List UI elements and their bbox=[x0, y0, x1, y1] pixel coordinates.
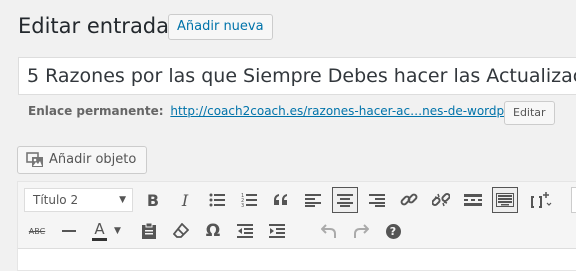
clipboard-icon bbox=[142, 223, 156, 239]
redo-icon bbox=[354, 224, 369, 238]
read-more-icon bbox=[464, 194, 482, 206]
text-color-icon: A bbox=[92, 221, 107, 241]
content-editor[interactable]: Título 2 ▼ B I 1 2 3 ABC A ▼ Ω ? bbox=[17, 181, 576, 271]
page-title: Editar entrada bbox=[18, 14, 170, 38]
insert-shortcode-button[interactable] bbox=[524, 187, 558, 213]
remove-link-button[interactable] bbox=[428, 187, 454, 213]
add-media-button[interactable]: Añadir objeto bbox=[17, 146, 148, 174]
align-left-button[interactable] bbox=[300, 187, 326, 213]
clear-formatting-button[interactable] bbox=[168, 218, 194, 244]
toolbar-toggle-button[interactable] bbox=[492, 187, 518, 213]
align-left-icon bbox=[305, 193, 321, 207]
indent-button[interactable] bbox=[264, 218, 290, 244]
numbered-list-icon: 1 2 3 bbox=[241, 193, 257, 207]
add-media-label: Añadir objeto bbox=[49, 152, 137, 167]
bold-icon: B bbox=[146, 190, 160, 210]
format-select[interactable]: Título 2 ▼ bbox=[24, 188, 133, 212]
italic-button[interactable]: I bbox=[172, 187, 198, 213]
undo-button[interactable] bbox=[316, 218, 342, 244]
unlink-icon bbox=[432, 192, 450, 207]
link-icon bbox=[400, 193, 418, 206]
svg-text:3: 3 bbox=[241, 203, 244, 207]
outdent-icon bbox=[237, 224, 253, 238]
blockquote-icon bbox=[274, 194, 287, 205]
format-select-value: Título 2 bbox=[33, 193, 79, 207]
italic-icon: I bbox=[181, 190, 189, 210]
bold-button[interactable]: B bbox=[140, 187, 166, 213]
add-new-button[interactable]: Añadir nueva bbox=[168, 14, 273, 40]
indent-icon bbox=[269, 224, 285, 238]
chevron-down-icon: ▼ bbox=[114, 226, 121, 236]
permalink-url-link[interactable]: http://coach2coach.es/razones-hacer-ac…n… bbox=[170, 104, 532, 118]
read-more-button[interactable] bbox=[460, 187, 486, 213]
permalink-edit-button[interactable]: Editar bbox=[504, 101, 555, 125]
help-button[interactable]: ? bbox=[380, 218, 406, 244]
help-icon: ? bbox=[385, 223, 401, 239]
permalink-label: Enlace permanente: bbox=[28, 104, 164, 118]
horizontal-line-icon bbox=[62, 230, 76, 232]
add-media-icon bbox=[26, 152, 44, 168]
omega-icon: Ω bbox=[205, 221, 221, 241]
align-right-button[interactable] bbox=[364, 187, 390, 213]
eraser-icon bbox=[173, 223, 189, 238]
keyboard-icon bbox=[496, 193, 514, 207]
paste-as-text-button[interactable] bbox=[136, 218, 162, 244]
align-right-icon bbox=[369, 193, 385, 207]
outdent-button[interactable] bbox=[232, 218, 258, 244]
align-center-icon bbox=[337, 193, 353, 207]
shortcode-plus-icon bbox=[531, 192, 552, 208]
overflow-toolbar-item[interactable] bbox=[571, 187, 576, 213]
numbered-list-button[interactable]: 1 2 3 bbox=[236, 187, 262, 213]
permalink-row: Enlace permanente: http://coach2coach.es… bbox=[28, 104, 533, 118]
bulleted-list-button[interactable] bbox=[204, 187, 230, 213]
editor-toolbar: Título 2 ▼ B I 1 2 3 ABC A ▼ Ω ? bbox=[18, 182, 576, 249]
redo-button[interactable] bbox=[348, 218, 374, 244]
strikethrough-button[interactable]: ABC bbox=[24, 218, 50, 244]
align-center-button[interactable] bbox=[332, 187, 358, 213]
undo-icon bbox=[321, 224, 336, 238]
insert-link-button[interactable] bbox=[396, 187, 422, 213]
blockquote-button[interactable] bbox=[268, 187, 294, 213]
strikethrough-icon: ABC bbox=[28, 226, 46, 236]
post-title-input[interactable]: 5 Razones por las que Siempre Debes hace… bbox=[18, 57, 576, 95]
horizontal-line-button[interactable] bbox=[56, 218, 82, 244]
special-character-button[interactable]: Ω bbox=[200, 218, 226, 244]
bulleted-list-icon bbox=[209, 193, 225, 207]
chevron-down-icon: ▼ bbox=[119, 195, 126, 205]
text-color-button[interactable]: A ▼ bbox=[88, 218, 128, 244]
